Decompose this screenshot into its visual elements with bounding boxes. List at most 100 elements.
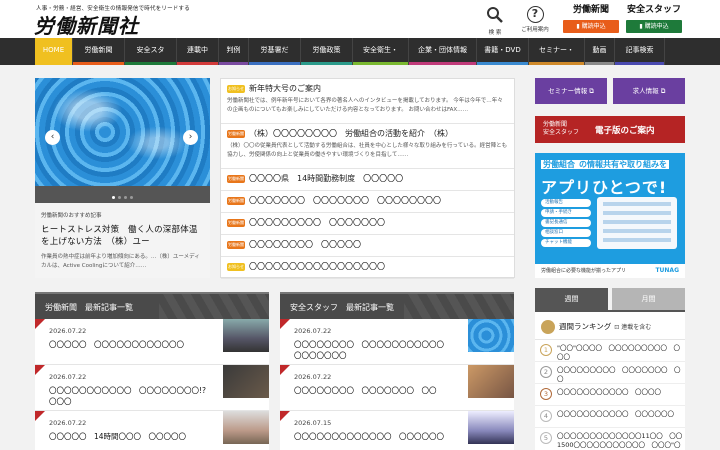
nav-item[interactable]: 判例 [219, 38, 249, 65]
slider-dot[interactable] [130, 196, 133, 199]
slider-dot[interactable] [112, 196, 115, 199]
news-description: 労働新聞社では、例年新年号において各界の著名人へのインタビューを掲載しております… [227, 98, 503, 113]
ranking-title: 〇〇〇〇〇〇〇〇〇 〇〇〇〇〇〇〇 〇〇 [557, 366, 681, 383]
news-item[interactable]: お知らせ 〇〇〇〇〇〇〇〇〇〇〇〇〇〇〇〇〇 [221, 257, 514, 279]
slider-dot[interactable] [124, 196, 127, 199]
seminar-label: セミナー情報 [548, 87, 588, 95]
rank-number: 4 [540, 410, 552, 422]
new-badge [280, 411, 290, 421]
slide-caption[interactable]: 労働新聞のおすすめ記事 ヒートストレス対策 働く人の深部体温を上げない方法 （株… [35, 203, 210, 278]
brand-anzen-name[interactable]: 安全スタッフ [626, 3, 682, 17]
nav-item-label: 記事検索 [625, 46, 654, 54]
news-item[interactable]: 労働新聞 （株）〇〇〇〇〇〇〇〇 労働組合の活動を紹介 （株） （株）〇〇の従業員代… [221, 124, 514, 169]
news-item[interactable]: 労働新聞 〇〇〇〇〇〇〇〇〇 〇〇〇〇〇〇〇 [221, 213, 514, 235]
nav-item-label: 判例 [226, 46, 241, 54]
news-item[interactable]: お知らせ 新年特大号のご案内労働新聞社では、例年新年号において各界の著名人へのイン… [221, 79, 514, 124]
nav-item-label: 書籍・DVD [484, 46, 521, 54]
help-label: ご利用案内 [521, 27, 549, 33]
chevron-right-icon: › [188, 132, 193, 142]
article-thumbnail [223, 365, 269, 398]
crown-icon [541, 320, 555, 334]
category-tag: 労働新聞 [227, 174, 245, 183]
main-nav: HOME 労働新聞 安全スタ 連載中 判例 労基署だ 労働政策 安全衛生・ 企業・団体情報 書籍・… [0, 38, 720, 65]
nav-item[interactable]: HOME [35, 38, 73, 65]
nav-item-label: HOME [42, 46, 65, 54]
tunag-feature: 相談窓口 [541, 229, 591, 237]
digital-edition-banner[interactable]: 労働新聞 安全スタッフ 電子版のご案内 [535, 116, 685, 143]
ranking-item[interactable]: 1 "〇〇"〇〇〇〇 〇〇〇〇〇〇〇〇〇 〇〇〇 [535, 340, 685, 362]
help-icon: ? [526, 6, 544, 23]
news-list: お知らせ 新年特大号のご案内労働新聞社では、例年新年号において各界の著名人へのイン… [220, 78, 515, 279]
search-button[interactable]: 検 索 [475, 6, 515, 36]
slider-dots [35, 186, 210, 203]
search-icon [487, 7, 503, 23]
category-tag: お知らせ [227, 84, 245, 93]
article-title: 〇〇〇〇〇 〇〇〇〇〇〇〇〇〇〇〇〇 [49, 340, 184, 349]
feature-slider: ‹ › 労働新聞のおすすめ記事 ヒートストレス対策 働く人の深部体温を上げない方… [35, 78, 210, 278]
ranking-item[interactable]: 3 〇〇〇〇〇〇〇〇〇〇〇 〇〇〇〇 [535, 384, 685, 406]
ranking-item[interactable]: 2 〇〇〇〇〇〇〇〇〇 〇〇〇〇〇〇〇 〇〇 [535, 362, 685, 384]
ranking-item[interactable]: 4 〇〇〇〇〇〇〇〇〇〇〇 〇〇〇〇〇〇 [535, 406, 685, 428]
article-title: 〇〇〇〇〇〇〇〇〇〇〇〇〇 〇〇〇〇〇〇 [294, 432, 444, 441]
news-description: （株）〇〇の従業員代表として活動する労働組合は、社員を中心とした様々な取り組みを… [227, 143, 508, 158]
article-item[interactable]: 2026.07.22 〇〇〇〇〇〇〇〇 〇〇〇〇〇〇〇〇〇〇〇 〇〇〇〇〇〇〇 [280, 319, 514, 365]
nav-item[interactable]: 安全衛生・ [353, 38, 409, 65]
section-title-text: 安全スタッフ 最新記事一覧 [290, 303, 394, 312]
rodo-subscribe-button[interactable]: ▮ 購読申込 [563, 20, 619, 33]
ranking-title: "〇〇"〇〇〇〇 〇〇〇〇〇〇〇〇〇 〇〇〇 [557, 344, 680, 361]
article-item[interactable]: 2026.07.22 〇〇〇〇〇〇〇〇〇〇〇 〇〇〇〇〇〇〇〇!? 〇〇〇 [35, 365, 269, 411]
seminar-button[interactable]: セミナー情報 ⧉ [535, 78, 607, 104]
news-title: 新年特大号のご案内 [249, 84, 321, 93]
section-title: 労働新聞 最新記事一覧 [35, 292, 269, 319]
news-title: 〇〇〇〇県 14時間勤務制度 〇〇〇〇〇 [249, 174, 404, 183]
rank-number: 2 [540, 366, 552, 378]
slider-prev-button[interactable]: ‹ [45, 130, 60, 145]
nav-item[interactable]: 動画 [585, 38, 615, 65]
tab-weekly[interactable]: 週間 [535, 288, 608, 310]
new-badge [35, 411, 45, 421]
nav-item-label: 労働政策 [312, 46, 341, 54]
tunag-headline-rest: の情報共有や取り組みを [577, 160, 669, 169]
article-item[interactable]: 2026.07.22 〇〇〇〇〇 〇〇〇〇〇〇〇〇〇〇〇〇 [35, 319, 269, 365]
jobs-button[interactable]: 求人情報 ⧉ [613, 78, 685, 104]
news-item[interactable]: 労働新聞 〇〇〇〇〇〇〇〇 〇〇〇〇〇 [221, 235, 514, 257]
slider-next-button[interactable]: › [183, 130, 198, 145]
news-item[interactable]: 労働新聞 〇〇〇〇県 14時間勤務制度 〇〇〇〇〇 [221, 169, 514, 191]
article-item[interactable]: 2026.07.22 〇〇〇〇〇〇〇〇 〇〇〇〇〇〇〇 〇〇 [280, 365, 514, 411]
news-item[interactable]: 労働新聞 〇〇〇〇〇〇〇 〇〇〇〇〇〇〇 〇〇〇〇〇〇〇〇 [221, 191, 514, 213]
nav-item[interactable]: 連載中 [177, 38, 219, 65]
nav-item[interactable]: 労働政策 [301, 38, 353, 65]
ranking-panel: 週間ランキング ⊡ 連載を含む 1 "〇〇"〇〇〇〇 〇〇〇〇〇〇〇〇〇 〇〇〇 2 〇… [535, 310, 685, 450]
nav-item-label: 労基署だ [260, 46, 289, 54]
news-title: 〇〇〇〇〇〇〇〇〇〇〇〇〇〇〇〇〇 [249, 262, 385, 271]
nav-item-label: 動画 [592, 46, 607, 54]
ranking-subtitle: ⊡ 連載を含む [614, 324, 652, 331]
ranking-header: 週間ランキング ⊡ 連載を含む [535, 312, 685, 340]
nav-item-label: 連載中 [187, 46, 208, 54]
ranking-item[interactable]: 5 〇〇〇〇〇〇〇〇〇〇〇〇〇11〇〇 〇〇1500〇〇〇〇〇〇〇〇〇〇〇 〇〇〇… [535, 428, 685, 450]
nav-item[interactable]: 企業・団体情報 [409, 38, 477, 65]
article-item[interactable]: 2026.07.22 〇〇〇〇〇 14時間〇〇〇 〇〇〇〇〇 [35, 411, 269, 450]
tunag-ad-banner[interactable]: 労働組合 の情報共有や取り組みを アプリひとつで! 活動報告 申請・手続き 書記長通信… [535, 153, 685, 278]
ranking-tabs: 週間 月間 [535, 288, 685, 310]
nav-item-label: 安全スタ [136, 46, 165, 54]
article-thumbnail [223, 319, 269, 352]
site-header: 人事・労務・経営、安全衛生の情報発信で時代をリードする 労働新聞社 検 索 ? … [0, 0, 720, 38]
article-thumbnail [223, 411, 269, 444]
tunag-headline: 労働組合 の情報共有や取り組みを [541, 159, 679, 170]
slider-dot[interactable] [118, 196, 121, 199]
nav-item[interactable]: 労基署だ [249, 38, 301, 65]
tab-monthly[interactable]: 月間 [612, 288, 685, 310]
article-item[interactable]: 2026.07.15 〇〇〇〇〇〇〇〇〇〇〇〇〇 〇〇〇〇〇〇 [280, 411, 514, 450]
category-tag: 労働新聞 [227, 196, 245, 205]
nav-item[interactable]: 記事検索 [615, 38, 665, 65]
nav-item[interactable]: セミナー・ [529, 38, 585, 65]
anzen-subscribe-button[interactable]: ▮ 購読申込 [626, 20, 682, 33]
nav-item[interactable]: 安全スタ [125, 38, 177, 65]
help-button[interactable]: ? ご利用案内 [515, 6, 555, 33]
rodo-latest-section: 労働新聞 最新記事一覧 2026.07.22 〇〇〇〇〇 〇〇〇〇〇〇〇〇〇〇〇〇… [35, 292, 269, 450]
brand-rodo-name[interactable]: 労働新聞 [563, 3, 619, 17]
nav-item[interactable]: 書籍・DVD [477, 38, 529, 65]
site-logo[interactable]: 労働新聞社 [34, 10, 139, 39]
nav-item[interactable]: 労働新聞 [73, 38, 125, 65]
